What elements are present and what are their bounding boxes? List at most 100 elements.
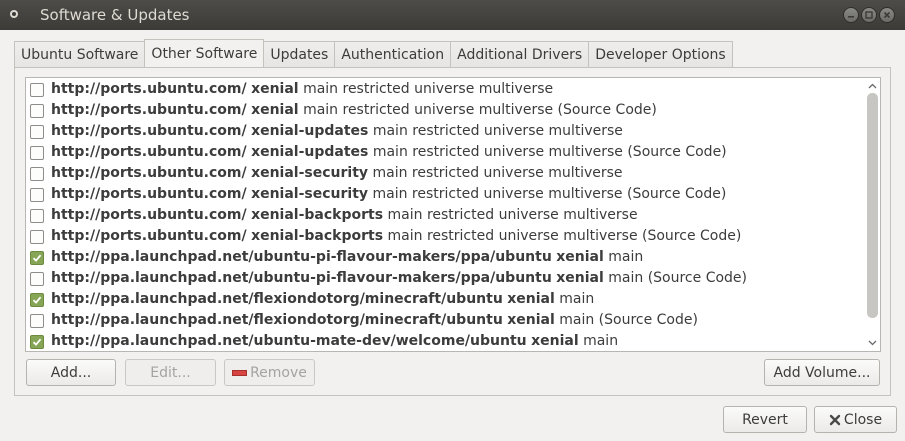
tab-ubuntu-software[interactable]: Ubuntu Software — [14, 41, 146, 67]
source-url: http://ppa.launchpad.net/ubuntu-pi-flavo… — [51, 270, 552, 286]
source-label: http://ports.ubuntu.com/ xenial-security… — [51, 184, 726, 205]
minimize-icon[interactable] — [843, 7, 859, 23]
source-checkbox[interactable] — [30, 272, 44, 286]
source-components: main restricted universe multiverse — [303, 81, 554, 97]
source-row[interactable]: http://ppa.launchpad.net/ubuntu-mate-dev… — [26, 331, 866, 351]
source-label: http://ports.ubuntu.com/ xenial-backport… — [51, 205, 638, 226]
source-components: main restricted universe multiverse — [372, 123, 623, 139]
source-checkbox[interactable] — [30, 83, 44, 97]
add-volume-button[interactable]: Add Volume... — [764, 359, 880, 386]
source-checkbox[interactable] — [30, 251, 44, 265]
source-url: http://ports.ubuntu.com/ — [51, 81, 247, 97]
source-url: http://ports.ubuntu.com/ — [51, 123, 247, 139]
remove-button-label: Remove — [250, 364, 307, 381]
close-button[interactable]: Close — [814, 406, 897, 433]
window-title: Software & Updates — [40, 6, 190, 24]
source-url: http://ports.ubuntu.com/ — [51, 228, 247, 244]
source-checkbox[interactable] — [30, 146, 44, 160]
source-row[interactable]: http://ports.ubuntu.com/ xenial-updates … — [26, 121, 866, 142]
source-dist: xenial-updates — [251, 144, 369, 160]
source-components: main — [583, 333, 619, 349]
source-row[interactable]: http://ports.ubuntu.com/ xenial-security… — [26, 184, 866, 205]
source-label: http://ports.ubuntu.com/ xenial-updates … — [51, 142, 727, 163]
source-components: main restricted universe multiverse (Sou… — [387, 228, 742, 244]
source-checkbox[interactable] — [30, 125, 44, 139]
source-label: http://ppa.launchpad.net/flexiondotorg/m… — [51, 289, 594, 310]
source-row[interactable]: http://ppa.launchpad.net/flexiondotorg/m… — [26, 310, 866, 331]
close-icon[interactable] — [879, 7, 895, 23]
maximize-icon[interactable] — [861, 7, 877, 23]
scrollbar-thumb[interactable] — [867, 93, 878, 318]
add-button[interactable]: Add... — [26, 359, 116, 386]
source-checkbox[interactable] — [30, 314, 44, 328]
scroll-down-arrow-icon[interactable] — [865, 337, 880, 349]
close-button-label: Close — [843, 411, 883, 428]
source-dist: xenial-security — [251, 186, 369, 202]
source-label: http://ppa.launchpad.net/ubuntu-pi-flavo… — [51, 247, 643, 268]
source-components: main restricted universe multiverse (Sou… — [372, 144, 727, 160]
source-checkbox[interactable] — [30, 167, 44, 181]
app-icon — [8, 8, 20, 20]
tab-other-software[interactable]: Other Software — [144, 39, 265, 67]
source-label: http://ppa.launchpad.net/ubuntu-pi-flavo… — [51, 268, 747, 289]
revert-button[interactable]: Revert — [723, 406, 807, 433]
source-url: http://ppa.launchpad.net/flexiondotorg/m… — [51, 312, 503, 328]
remove-button[interactable]: Remove — [224, 359, 315, 386]
tab-developer-options[interactable]: Developer Options — [588, 41, 733, 67]
source-dist: xenial — [531, 333, 579, 349]
source-dist: xenial-backports — [251, 228, 384, 244]
source-url: http://ports.ubuntu.com/ — [51, 165, 247, 181]
source-label: http://ports.ubuntu.com/ xenial-backport… — [51, 226, 741, 247]
source-checkbox[interactable] — [30, 335, 44, 349]
source-checkbox[interactable] — [30, 230, 44, 244]
close-x-icon — [829, 414, 841, 426]
title-bar[interactable]: Software & Updates — [0, 0, 905, 30]
tab-updates[interactable]: Updates — [263, 41, 336, 67]
source-components: main (Source Code) — [608, 270, 747, 286]
source-components: main — [559, 291, 595, 307]
source-checkbox[interactable] — [30, 188, 44, 202]
source-dist: xenial — [556, 270, 604, 286]
source-dist: xenial-backports — [251, 207, 384, 223]
source-dist: xenial — [251, 81, 299, 97]
source-row[interactable]: http://ports.ubuntu.com/ xenial main res… — [26, 100, 866, 121]
tab-authentication[interactable]: Authentication — [334, 41, 452, 67]
source-row[interactable]: http://ports.ubuntu.com/ xenial-backport… — [26, 226, 866, 247]
source-url: http://ppa.launchpad.net/ubuntu-pi-flavo… — [51, 249, 552, 265]
source-label: http://ppa.launchpad.net/ubuntu-mate-dev… — [51, 331, 619, 351]
source-row[interactable]: http://ports.ubuntu.com/ xenial-security… — [26, 163, 866, 184]
source-label: http://ports.ubuntu.com/ xenial-security… — [51, 163, 623, 184]
tab-additional-drivers[interactable]: Additional Drivers — [450, 41, 590, 67]
sources-list[interactable]: http://ports.ubuntu.com/ xenial main res… — [25, 77, 881, 352]
edit-button[interactable]: Edit... — [125, 359, 216, 386]
remove-icon — [232, 369, 248, 376]
source-checkbox[interactable] — [30, 104, 44, 118]
source-checkbox[interactable] — [30, 293, 44, 307]
source-url: http://ports.ubuntu.com/ — [51, 102, 247, 118]
source-row[interactable]: http://ppa.launchpad.net/ubuntu-pi-flavo… — [26, 268, 866, 289]
source-url: http://ppa.launchpad.net/ubuntu-mate-dev… — [51, 333, 527, 349]
source-row[interactable]: http://ppa.launchpad.net/ubuntu-pi-flavo… — [26, 247, 866, 268]
source-checkbox[interactable] — [30, 209, 44, 223]
source-components: main restricted universe multiverse — [387, 207, 638, 223]
source-dist: xenial — [251, 102, 299, 118]
source-row[interactable]: http://ports.ubuntu.com/ xenial-backport… — [26, 205, 866, 226]
source-url: http://ports.ubuntu.com/ — [51, 144, 247, 160]
source-dist: xenial-updates — [251, 123, 369, 139]
source-components: main restricted universe multiverse — [372, 165, 623, 181]
source-dist: xenial-security — [251, 165, 369, 181]
source-url: http://ports.ubuntu.com/ — [51, 207, 247, 223]
source-label: http://ppa.launchpad.net/flexiondotorg/m… — [51, 310, 698, 331]
source-components: main (Source Code) — [559, 312, 698, 328]
source-components: main restricted universe multiverse (Sou… — [372, 186, 727, 202]
scroll-up-arrow-icon[interactable] — [865, 80, 880, 92]
source-row[interactable]: http://ports.ubuntu.com/ xenial-updates … — [26, 142, 866, 163]
source-label: http://ports.ubuntu.com/ xenial main res… — [51, 100, 657, 121]
source-url: http://ppa.launchpad.net/flexiondotorg/m… — [51, 291, 503, 307]
source-row[interactable]: http://ports.ubuntu.com/ xenial main res… — [26, 79, 866, 100]
source-components: main — [608, 249, 644, 265]
tab-bar: Ubuntu Software Other Software Updates A… — [14, 39, 733, 68]
source-dist: xenial — [507, 291, 555, 307]
source-row[interactable]: http://ppa.launchpad.net/flexiondotorg/m… — [26, 289, 866, 310]
source-dist: xenial — [507, 312, 555, 328]
